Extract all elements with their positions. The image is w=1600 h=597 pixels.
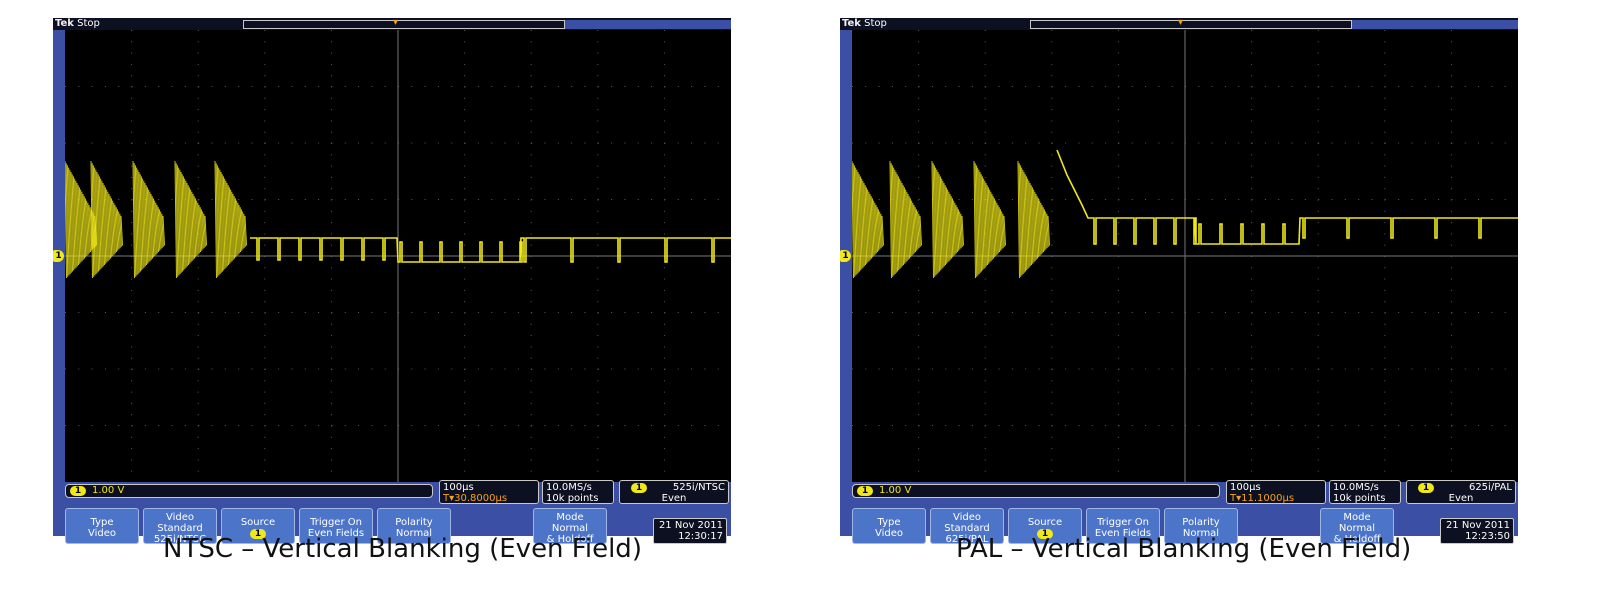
channel-badge: 1 <box>857 486 873 496</box>
record-length: 10k points <box>546 493 599 504</box>
type-value: Video <box>874 528 904 539</box>
channel1-ground-marker[interactable]: 1 <box>840 250 851 262</box>
trigger-source-badge: 1 <box>1418 483 1434 493</box>
acquisition-status: Stop <box>864 18 887 29</box>
waveform-display <box>65 30 731 482</box>
trigger-standard: 625i/PAL <box>1468 482 1512 493</box>
record-view-fill <box>1352 20 1518 29</box>
record-view-bar[interactable] <box>243 20 565 29</box>
type-button[interactable]: Type Video <box>852 508 926 544</box>
mode-value: Normal <box>551 523 589 534</box>
trigger-delay-value: ▾30.8000µs <box>449 493 508 504</box>
channel-badge: 1 <box>70 486 86 496</box>
caption-pal: PAL – Vertical Blanking (Even Field) <box>956 534 1412 564</box>
tek-logo: Tek <box>842 18 861 29</box>
timebase-readout[interactable]: 100µs T▾11.1000µs <box>1226 480 1326 504</box>
trigger-delay-value: ▾11.1000µs <box>1236 493 1295 504</box>
status-label: Tek Stop <box>842 18 887 30</box>
acquisition-readout[interactable]: 10.0MS/s 10k points <box>1329 480 1401 504</box>
vertical-scale-value: 1.00 V <box>92 485 125 496</box>
waveform-graticule <box>852 30 1518 482</box>
time: 12:23:50 <box>1465 531 1510 542</box>
timebase-value: 100µs <box>1230 482 1261 493</box>
mode-value: Normal <box>1338 523 1376 534</box>
trigger-position-icon: ▾ <box>1178 17 1184 28</box>
date-time-readout: 21 Nov 2011 12:23:50 <box>1440 518 1514 544</box>
source-label: Source <box>240 517 276 528</box>
caption-ntsc: NTSC – Vertical Blanking (Even Field) <box>163 534 642 564</box>
trigger-field: Even <box>1448 493 1474 504</box>
timebase-readout[interactable]: 100µs T▾30.8000µs <box>439 480 539 504</box>
status-label: Tek Stop <box>55 18 100 30</box>
time: 12:30:17 <box>678 531 723 542</box>
sample-rate: 10.0MS/s <box>1333 482 1379 493</box>
waveform-graticule <box>65 30 731 482</box>
trigger-readout[interactable]: 1 625i/PAL Even <box>1406 480 1516 504</box>
type-button[interactable]: Type Video <box>65 508 139 544</box>
trigger-on-label: Trigger On <box>310 517 362 528</box>
trigger-source-badge: 1 <box>631 483 647 493</box>
scope-pal: Tek Stop ▾ T 1 11.00 V 100µs T▾11.1000µs… <box>840 17 1518 545</box>
mode-label: Mode <box>1343 512 1371 523</box>
acquisition-readout[interactable]: 10.0MS/s 10k points <box>542 480 614 504</box>
trigger-on-label: Trigger On <box>1097 517 1149 528</box>
acquisition-status: Stop <box>77 18 100 29</box>
record-length: 10k points <box>1333 493 1386 504</box>
video-standard-label: Video Standard <box>157 512 203 534</box>
sample-rate: 10.0MS/s <box>546 482 592 493</box>
type-label: Type <box>90 517 114 528</box>
date: 21 Nov 2011 <box>1445 520 1510 531</box>
trigger-readout[interactable]: 1 525i/NTSC Even <box>619 480 729 504</box>
trigger-field: Even <box>661 493 687 504</box>
record-view-fill <box>565 20 731 29</box>
tek-logo: Tek <box>55 18 74 29</box>
scope-ntsc: Tek Stop ▾ T 1 11.00 V 100µs T▾30.8000µs… <box>53 17 731 545</box>
type-label: Type <box>877 517 901 528</box>
timebase-value: 100µs <box>443 482 474 493</box>
vertical-scale-value: 1.00 V <box>879 485 912 496</box>
record-view-bar[interactable] <box>1030 20 1352 29</box>
trigger-position-icon: ▾ <box>393 17 399 28</box>
video-standard-label: Video Standard <box>944 512 990 534</box>
date: 21 Nov 2011 <box>658 520 723 531</box>
channel1-ground-marker[interactable]: 1 <box>53 250 64 262</box>
source-label: Source <box>1027 517 1063 528</box>
polarity-label: Polarity <box>1182 517 1220 528</box>
type-value: Video <box>87 528 117 539</box>
trigger-standard: 525i/NTSC <box>672 482 725 493</box>
mode-label: Mode <box>556 512 584 523</box>
polarity-label: Polarity <box>395 517 433 528</box>
waveform-display <box>852 30 1518 482</box>
vertical-scale-readout[interactable]: 1 1.00 V <box>65 484 433 498</box>
vertical-scale-readout[interactable]: 1 1.00 V <box>852 484 1220 498</box>
date-time-readout: 21 Nov 2011 12:30:17 <box>653 518 727 544</box>
